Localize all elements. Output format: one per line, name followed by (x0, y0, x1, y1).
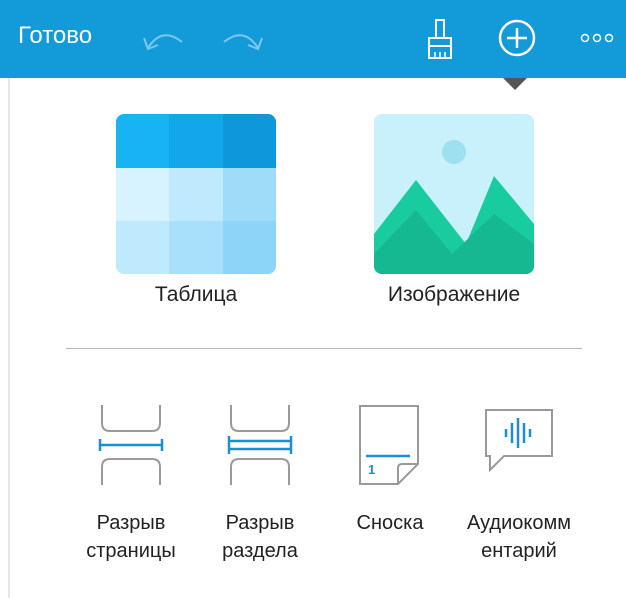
section-break-label-line1: Разрыв (225, 512, 295, 534)
brush-icon[interactable] (425, 18, 455, 62)
footnote-label: Сноска (320, 509, 460, 537)
divider (66, 348, 582, 349)
page-break-icon[interactable] (96, 405, 166, 485)
audio-comment-label-line1: Аудиокомм (466, 512, 571, 534)
add-circle-icon[interactable] (497, 18, 537, 58)
image-label: Изображение (387, 283, 521, 306)
section-break-label-line2: раздела (222, 540, 298, 562)
footnote-icon[interactable]: 1 (358, 404, 422, 486)
page-break-label-line1: Разрыв (96, 512, 166, 534)
table-icon[interactable] (116, 114, 276, 274)
audio-comment-label: Аудиокомм ентарий (449, 509, 589, 565)
redo-icon[interactable] (218, 24, 266, 54)
audio-comment-icon[interactable] (484, 408, 554, 474)
left-border (8, 0, 10, 598)
section-break-label: Разрыв раздела (190, 509, 330, 565)
page-break-label: Разрыв страницы (61, 509, 201, 565)
popover-arrow (503, 78, 527, 90)
done-button[interactable]: Готово (18, 22, 92, 50)
undo-icon[interactable] (140, 24, 188, 54)
svg-text:1: 1 (368, 462, 375, 477)
section-break-icon[interactable] (225, 405, 295, 485)
insert-panel: Готово Таблица Изображение 1 Разрыв стра… (0, 0, 626, 598)
more-icon[interactable] (580, 32, 616, 44)
audio-comment-label-line2: ентарий (481, 540, 557, 562)
toolbar: Готово (0, 0, 626, 78)
page-break-label-line2: страницы (86, 540, 176, 562)
footnote-label-line1: Сноска (356, 512, 424, 534)
table-label: Таблица (154, 283, 238, 306)
image-icon[interactable] (374, 114, 534, 274)
